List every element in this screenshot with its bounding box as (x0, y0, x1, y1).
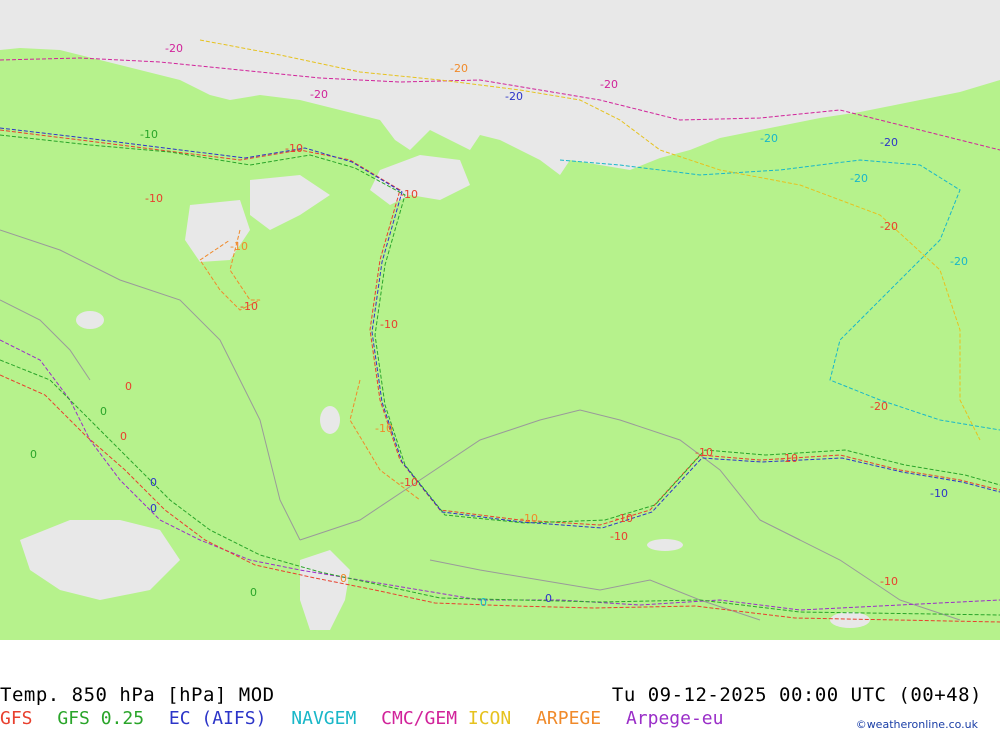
contour-label: -20 (850, 172, 868, 185)
map-title: Temp. 850 hPa [hPa] MOD (0, 684, 275, 706)
legend-ec-aifs: EC (AIFS) (168, 708, 267, 729)
contour-label: 0 (250, 586, 257, 599)
contour-label: -20 (450, 62, 468, 75)
lake-3 (320, 406, 340, 434)
valid-time: Tu 09-12-2025 00:00 UTC (00+48) (611, 684, 982, 706)
contour-label: -20 (950, 255, 968, 268)
contour-label: 0 (100, 405, 107, 418)
contour-label: -10 (140, 128, 158, 141)
contour-label: 0 (340, 572, 347, 585)
contour-label: -10 (230, 240, 248, 253)
contour-label: 0 (480, 596, 487, 609)
lake (76, 311, 104, 329)
contour-label: -10 (695, 446, 713, 459)
contour-label: -10 (880, 575, 898, 588)
model-legend: GFS GFS 0.25 EC (AIFS) NAVGEM CMC/GEM IC… (0, 708, 738, 729)
legend-navgem: NAVGEM (291, 708, 357, 729)
contour-label: -20 (870, 400, 888, 413)
contour-label: 0 (150, 502, 157, 515)
contour-label: -10 (400, 476, 418, 489)
contour-label: -10 (930, 487, 948, 500)
contour-label: -10 (380, 318, 398, 331)
credit-link[interactable]: ©weatheronline.co.uk (856, 718, 978, 731)
legend-gfs: GFS (0, 708, 33, 729)
contour-label: -10 (240, 300, 258, 313)
contour-label: -10 (780, 452, 798, 465)
contour-label: -20 (165, 42, 183, 55)
footer: Temp. 850 hPa [hPa] MOD Tu 09-12-2025 00… (0, 640, 1000, 733)
forecast-map: -20 -20 -20 -20 -20 -20 -20 -20 -20 -20 … (0, 0, 1000, 640)
legend-arpege-eu: Arpege-eu (625, 708, 724, 729)
contour-label: 0 (120, 430, 127, 443)
contour-label: -10 (615, 512, 633, 525)
legend-gfs-025: GFS 0.25 (57, 708, 145, 729)
contour-label: -20 (880, 220, 898, 233)
lake-4 (830, 612, 870, 628)
contour-label: 0 (30, 448, 37, 461)
contour-label: -10 (375, 422, 393, 435)
contour-label: -20 (505, 90, 523, 103)
contour-label: -20 (310, 88, 328, 101)
legend-arpege: ARPEGE (536, 708, 602, 729)
contour-label: -10 (145, 192, 163, 205)
contour-label: -20 (880, 136, 898, 149)
contour-label: 0 (125, 380, 132, 393)
contour-label: -10 (400, 188, 418, 201)
contour-label: -20 (760, 132, 778, 145)
contour-label: -20 (600, 78, 618, 91)
contour-label: 0 (545, 592, 552, 605)
lake-2 (647, 539, 683, 551)
contour-label: -10 (285, 142, 303, 155)
legend-cmc-gem: CMC/GEM (381, 708, 458, 729)
legend-icon: ICON (467, 708, 512, 729)
contour-label: -10 (610, 530, 628, 543)
contour-label: 0 (150, 476, 157, 489)
contour-label: -10 (520, 512, 538, 525)
